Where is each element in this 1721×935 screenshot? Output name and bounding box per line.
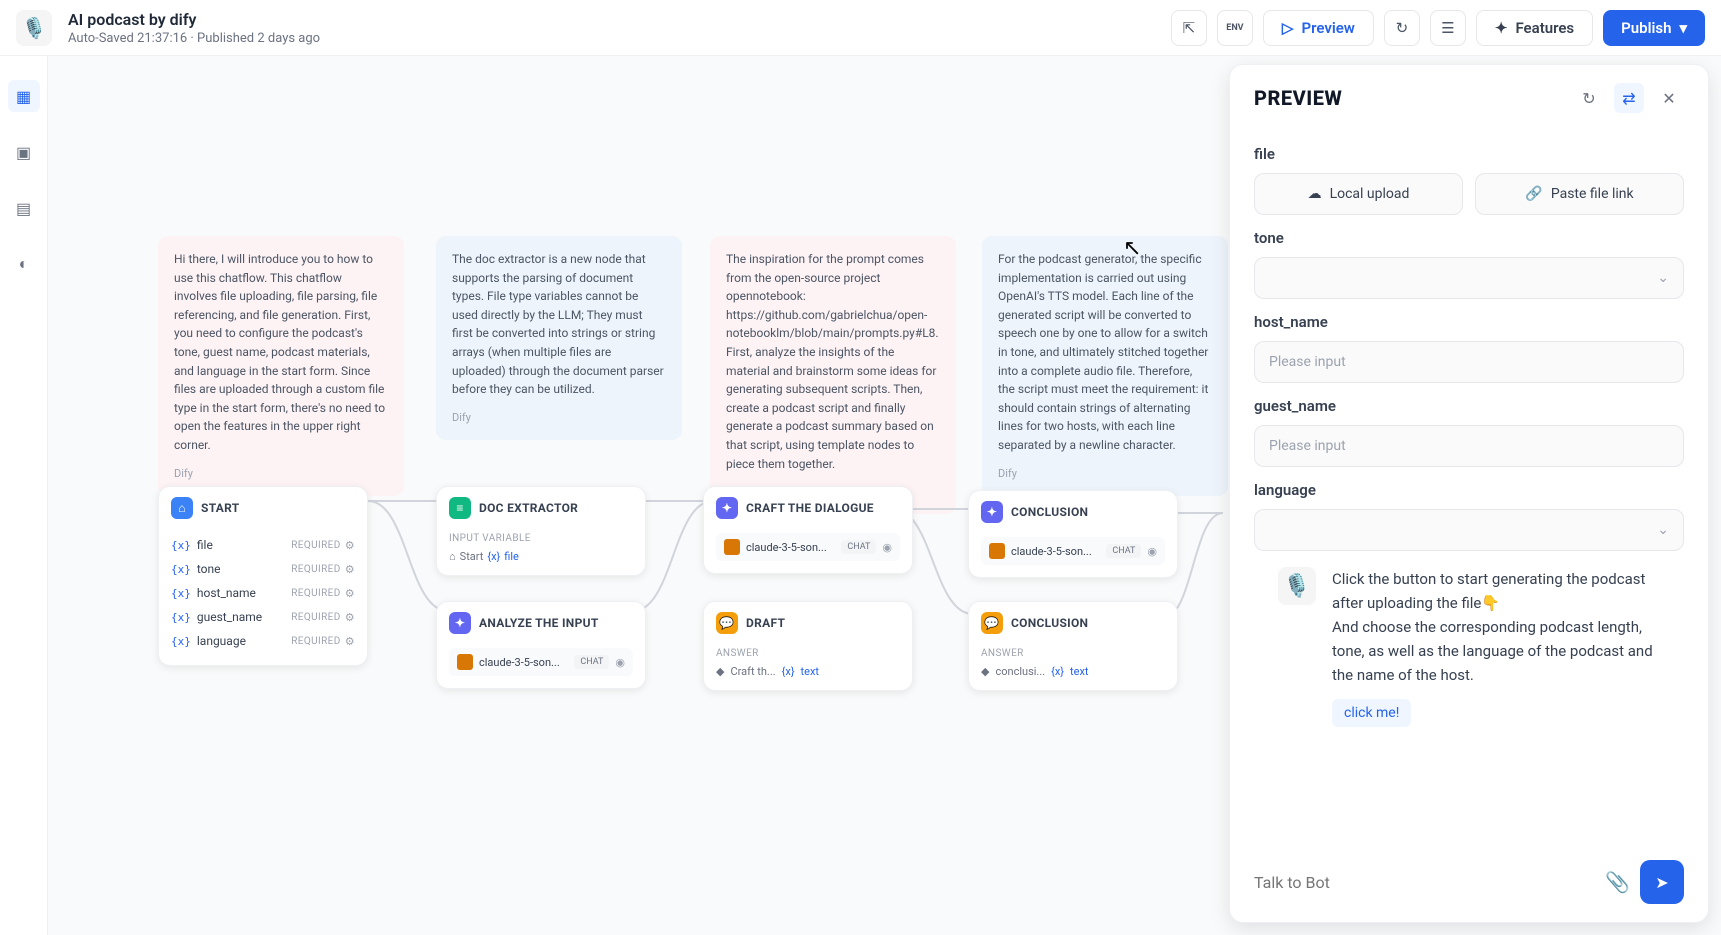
var-row: {x}host_nameREQUIRED⚙	[171, 581, 355, 605]
field-label-language: language	[1254, 481, 1684, 499]
eye-icon: ◉	[882, 541, 892, 554]
bot-avatar: 🎙️	[1278, 567, 1316, 605]
node-craft[interactable]: ✦ CRAFT THE DIALOGUE claude-3-5-son... C…	[703, 486, 913, 574]
answer-icon: 💬	[716, 612, 738, 634]
variable-chip: ⌂ Start {x} file	[449, 550, 633, 563]
model-row: claude-3-5-son... CHAT ◉	[716, 533, 900, 561]
export-icon[interactable]: ⇱	[1171, 10, 1207, 46]
bot-message: Click the button to start generating the…	[1332, 567, 1660, 687]
llm-icon: ✦	[449, 612, 471, 634]
home-icon: ⌂	[449, 550, 456, 563]
gear-icon: ⚙	[345, 563, 355, 576]
app-title: AI podcast by dify	[68, 10, 1171, 29]
node-analyze[interactable]: ✦ ANALYZE THE INPUT claude-3-5-son... CH…	[436, 601, 646, 689]
node-draft[interactable]: 💬 DRAFT ANSWER ◆ Craft th... {x} text	[703, 601, 913, 691]
variable-chip: ◆ conclusi... {x} text	[981, 665, 1165, 678]
node-doc-extractor[interactable]: ≡ DOC EXTRACTOR INPUT VARIABLE ⌂ Start {…	[436, 486, 646, 576]
rail-help-icon[interactable]: ◐	[8, 248, 40, 280]
settings-icon[interactable]: ☰	[1430, 10, 1466, 46]
rail-workflow-icon[interactable]: ▦	[8, 80, 40, 112]
chevron-down-icon: ⌄	[1657, 270, 1669, 286]
app-subtitle: Auto-Saved 21:37:16 · Published 2 days a…	[68, 31, 1171, 46]
host-input[interactable]	[1254, 341, 1684, 383]
tone-select[interactable]: ⌄	[1254, 257, 1684, 299]
field-label-file: file	[1254, 145, 1684, 163]
send-icon: ➤	[1655, 873, 1668, 892]
sparkle-icon: ✦	[1495, 19, 1508, 37]
app-icon: 🎙️	[16, 10, 52, 46]
field-label-host: host_name	[1254, 313, 1684, 331]
env-icon[interactable]: ENV	[1217, 10, 1253, 46]
local-upload-button[interactable]: ☁ Local upload	[1254, 173, 1463, 215]
gear-icon: ⚙	[345, 611, 355, 624]
chat-input[interactable]	[1254, 860, 1595, 904]
click-me-button[interactable]: click me!	[1332, 699, 1411, 727]
publish-button[interactable]: Publish ▾	[1603, 10, 1705, 46]
field-label-guest: guest_name	[1254, 397, 1684, 415]
panel-title: PREVIEW	[1254, 86, 1564, 110]
var-row: {x}toneREQUIRED⚙	[171, 557, 355, 581]
features-button[interactable]: ✦ Features	[1476, 10, 1593, 46]
gear-icon: ⚙	[345, 587, 355, 600]
attachment-icon[interactable]: 📎	[1605, 870, 1630, 894]
gear-icon: ⚙	[345, 635, 355, 648]
eye-icon: ◉	[615, 656, 625, 669]
node-ref-icon: ◆	[981, 665, 989, 678]
var-row: {x}guest_nameREQUIRED⚙	[171, 605, 355, 629]
model-row: claude-3-5-son... CHAT ◉	[449, 648, 633, 676]
doc-icon: ≡	[449, 497, 471, 519]
var-row: {x}fileREQUIRED⚙	[171, 533, 355, 557]
var-row: {x}languageREQUIRED⚙	[171, 629, 355, 653]
answer-icon: 💬	[981, 612, 1003, 634]
note-card[interactable]: For the podcast generator, the specific …	[982, 236, 1228, 496]
note-card[interactable]: The doc extractor is a new node that sup…	[436, 236, 682, 440]
rail-doc-icon[interactable]: ▤	[8, 192, 40, 224]
eye-icon: ◉	[1147, 545, 1157, 558]
model-row: claude-3-5-son... CHAT ◉	[981, 537, 1165, 565]
variable-chip: ◆ Craft th... {x} text	[716, 665, 900, 678]
llm-icon: ✦	[981, 501, 1003, 523]
gear-icon: ⚙	[345, 539, 355, 552]
send-button[interactable]: ➤	[1640, 860, 1684, 904]
toggle-icon[interactable]: ⇄	[1614, 83, 1644, 113]
history-icon[interactable]: ↻	[1384, 10, 1420, 46]
language-select[interactable]: ⌄	[1254, 509, 1684, 551]
preview-button[interactable]: ▷ Preview	[1263, 10, 1374, 46]
home-icon: ⌂	[171, 497, 193, 519]
note-card[interactable]: The inspiration for the prompt comes fro…	[710, 236, 956, 514]
field-label-tone: tone	[1254, 229, 1684, 247]
left-rail: ▦ ▣ ▤ ◐	[0, 56, 48, 935]
rail-code-icon[interactable]: ▣	[8, 136, 40, 168]
node-conclusion-answer[interactable]: 💬 CONCLUSION ANSWER ◆ conclusi... {x} te…	[968, 601, 1178, 691]
refresh-icon[interactable]: ↻	[1574, 83, 1604, 113]
chevron-down-icon: ▾	[1679, 19, 1687, 37]
cloud-upload-icon: ☁	[1308, 186, 1322, 202]
paste-link-button[interactable]: 🔗 Paste file link	[1475, 173, 1684, 215]
node-conclusion[interactable]: ✦ CONCLUSION claude-3-5-son... CHAT ◉	[968, 490, 1178, 578]
canvas[interactable]: Hi there, I will introduce you to how to…	[48, 56, 1721, 935]
model-icon	[457, 654, 473, 670]
node-ref-icon: ◆	[716, 665, 724, 678]
note-card[interactable]: Hi there, I will introduce you to how to…	[158, 236, 404, 496]
node-start[interactable]: ⌂ START {x}fileREQUIRED⚙ {x}toneREQUIRED…	[158, 486, 368, 666]
llm-icon: ✦	[716, 497, 738, 519]
topbar: 🎙️ AI podcast by dify Auto-Saved 21:37:1…	[0, 0, 1721, 56]
link-icon: 🔗	[1525, 186, 1542, 202]
chevron-down-icon: ⌄	[1657, 522, 1669, 538]
model-icon	[989, 543, 1005, 559]
guest-input[interactable]	[1254, 425, 1684, 467]
preview-panel: PREVIEW ↻ ⇄ ✕ file ☁ Local upload 🔗 Past…	[1229, 64, 1709, 923]
model-icon	[724, 539, 740, 555]
play-icon: ▷	[1282, 19, 1294, 37]
close-icon[interactable]: ✕	[1654, 83, 1684, 113]
